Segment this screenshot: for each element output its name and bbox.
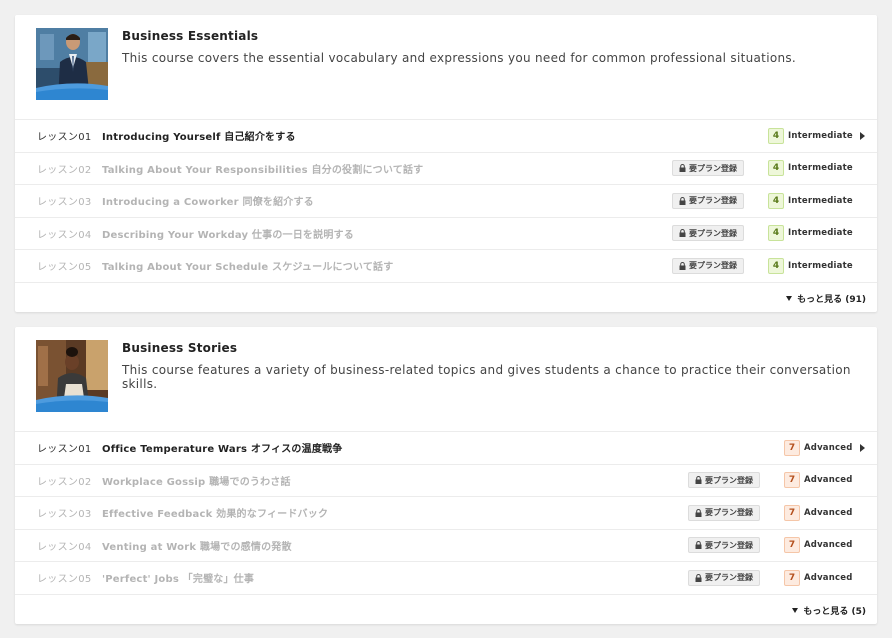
lesson-title[interactable]: Talking About Your Schedule スケジュールについて話す <box>102 258 393 273</box>
course-header: Business Essentials This course covers t… <box>15 15 877 119</box>
lesson-title[interactable]: 'Perfect' Jobs 「完璧な」仕事 <box>102 570 254 585</box>
plan-badge-label: 要プラン登録 <box>705 475 753 485</box>
lesson-row[interactable]: レッスン02 Talking About Your Responsibiliti… <box>15 151 877 185</box>
level-label: Intermediate <box>788 228 853 239</box>
lesson-row[interactable]: レッスン01 Office Temperature Wars オフィスの温度戦争… <box>15 431 877 464</box>
course-description: This course covers the essential vocabul… <box>122 51 797 65</box>
lesson-title[interactable]: Describing Your Workday 仕事の一日を説明する <box>102 226 354 241</box>
level-number-badge: 7 <box>784 504 800 521</box>
lesson-title[interactable]: Venting at Work 職場での感情の発散 <box>102 538 292 553</box>
caret-down-icon <box>792 607 799 613</box>
lock-icon <box>679 229 686 238</box>
lesson-title[interactable]: Office Temperature Wars オフィスの温度戦争 <box>102 440 342 455</box>
lesson-row[interactable]: レッスン03 Effective Feedback 効果的なフィードバック 要プ… <box>15 496 877 529</box>
lesson-number: レッスン03 <box>37 509 92 521</box>
lock-icon <box>679 164 686 173</box>
lesson-number: レッスン02 <box>37 164 92 176</box>
lock-icon <box>695 573 702 582</box>
plan-badge-label: 要プラン登録 <box>689 163 737 173</box>
plan-required-badge[interactable]: 要プラン登録 <box>672 192 744 209</box>
lesson-title[interactable]: Introducing a Coworker 同僚を紹介する <box>102 193 314 208</box>
plan-required-badge[interactable]: 要プラン登録 <box>688 569 760 586</box>
level-number-badge: 4 <box>768 192 784 209</box>
level-label: Intermediate <box>788 195 853 206</box>
lesson-row[interactable]: レッスン02 Workplace Gossip 職場でのうわさ話 要プラン登録 … <box>15 463 877 497</box>
level-label: Intermediate <box>788 163 853 174</box>
course-title[interactable]: Business Essentials <box>122 29 258 43</box>
level-label: Advanced <box>804 540 853 551</box>
lesson-number: レッスン05 <box>37 574 92 586</box>
lesson-title[interactable]: Effective Feedback 効果的なフィードバック <box>102 505 328 520</box>
lesson-number: レッスン03 <box>37 197 92 209</box>
lesson-row[interactable]: レッスン01 Introducing Yourself 自己紹介をする 4 In… <box>15 119 877 152</box>
lesson-number: レッスン02 <box>37 476 92 488</box>
lesson-row[interactable]: レッスン05 'Perfect' Jobs 「完璧な」仕事 要プラン登録 7 A… <box>15 561 877 594</box>
arrow-right-icon[interactable] <box>860 131 865 140</box>
arrow-right-icon[interactable] <box>860 443 865 452</box>
level-number-badge: 4 <box>768 225 784 242</box>
level-label: Advanced <box>804 507 853 518</box>
lock-icon <box>679 196 686 205</box>
businesswoman-thumbnail-image <box>36 340 108 412</box>
plan-required-badge[interactable]: 要プラン登録 <box>688 504 760 521</box>
lock-icon <box>679 261 686 270</box>
plan-required-badge[interactable]: 要プラン登録 <box>672 160 744 177</box>
lesson-number: レッスン01 <box>37 444 92 456</box>
course-thumbnail[interactable] <box>36 340 108 412</box>
lesson-number: レッスン04 <box>37 229 92 241</box>
plan-badge-label: 要プラン登録 <box>689 228 737 238</box>
level-label: Advanced <box>804 442 853 453</box>
course-description: This course features a variety of busine… <box>122 363 851 391</box>
plan-required-badge[interactable]: 要プラン登録 <box>672 225 744 242</box>
lesson-title[interactable]: Talking About Your Responsibilities 自分の役… <box>102 161 423 176</box>
level-number-badge: 4 <box>768 160 784 177</box>
plan-badge-label: 要プラン登録 <box>689 261 737 271</box>
lesson-title[interactable]: Workplace Gossip 職場でのうわさ話 <box>102 473 291 488</box>
level-number-badge: 7 <box>784 537 800 554</box>
course-card: Business Essentials This course covers t… <box>15 15 877 312</box>
plan-required-badge[interactable]: 要プラン登録 <box>688 537 760 554</box>
lock-icon <box>695 541 702 550</box>
plan-badge-label: 要プラン登録 <box>705 508 753 518</box>
lock-icon <box>695 476 702 485</box>
plan-badge-label: 要プラン登録 <box>689 196 737 206</box>
show-more-button[interactable]: もっと見る (91) <box>786 292 866 305</box>
level-number-badge: 7 <box>784 569 800 586</box>
lesson-row[interactable]: レッスン04 Describing Your Workday 仕事の一日を説明す… <box>15 216 877 250</box>
lock-icon <box>695 508 702 517</box>
level-label: Intermediate <box>788 130 853 141</box>
level-number-badge: 7 <box>784 439 800 456</box>
lesson-row[interactable]: レッスン04 Venting at Work 職場での感情の発散 要プラン登録 … <box>15 528 877 562</box>
course-thumbnail[interactable] <box>36 28 108 100</box>
lesson-number: レッスン01 <box>37 132 92 144</box>
level-number-badge: 4 <box>768 127 784 144</box>
course-header: Business Stories This course features a … <box>15 327 877 431</box>
plan-required-badge[interactable]: 要プラン登録 <box>688 472 760 489</box>
lesson-number: レッスン04 <box>37 541 92 553</box>
more-row: もっと見る (5) <box>15 593 877 624</box>
show-more-label: もっと見る (5) <box>803 606 866 617</box>
plan-required-badge[interactable]: 要プラン登録 <box>672 257 744 274</box>
level-label: Advanced <box>804 475 853 486</box>
level-label: Intermediate <box>788 260 853 271</box>
lesson-number: レッスン05 <box>37 262 92 274</box>
show-more-label: もっと見る (91) <box>797 294 866 305</box>
more-row: もっと見る (91) <box>15 281 877 312</box>
plan-badge-label: 要プラン登録 <box>705 540 753 550</box>
level-number-badge: 4 <box>768 257 784 274</box>
level-number-badge: 7 <box>784 472 800 489</box>
lesson-title[interactable]: Introducing Yourself 自己紹介をする <box>102 128 296 143</box>
caret-down-icon <box>786 295 793 301</box>
lesson-row[interactable]: レッスン05 Talking About Your Schedule スケジュー… <box>15 249 877 282</box>
course-card: Business Stories This course features a … <box>15 327 877 624</box>
course-title[interactable]: Business Stories <box>122 341 237 355</box>
level-label: Advanced <box>804 572 853 583</box>
show-more-button[interactable]: もっと見る (5) <box>792 604 866 617</box>
businessman-thumbnail-image <box>36 28 108 100</box>
lesson-row[interactable]: レッスン03 Introducing a Coworker 同僚を紹介する 要プ… <box>15 184 877 217</box>
plan-badge-label: 要プラン登録 <box>705 573 753 583</box>
